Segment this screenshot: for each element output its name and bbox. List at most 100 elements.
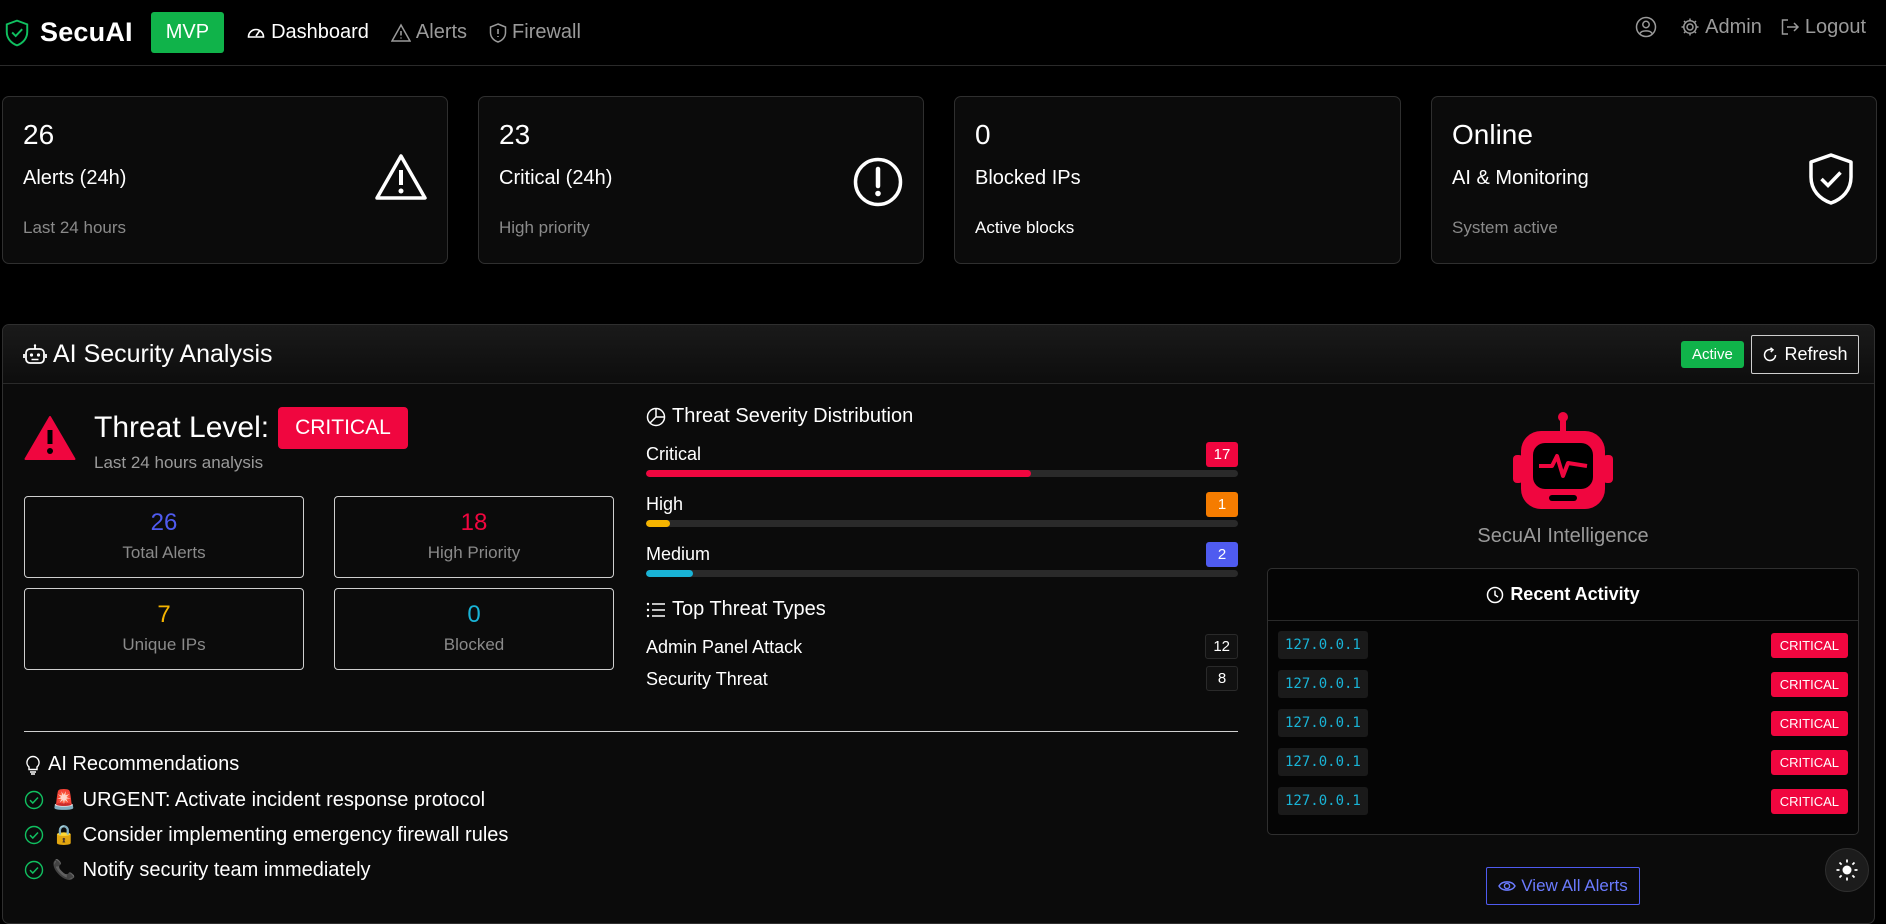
nav-firewall[interactable]: Firewall bbox=[489, 21, 581, 44]
stat-card-critical: 23 Critical (24h) High priority bbox=[478, 96, 924, 264]
stat-label: Alerts (24h) bbox=[23, 167, 127, 189]
recent-activity-card: Recent Activity 127.0.0.1 CRITICAL 127.0… bbox=[1267, 568, 1859, 835]
warning-triangle-icon bbox=[24, 415, 76, 461]
lightbulb-icon bbox=[24, 755, 48, 775]
threat-level-label: Threat Level: bbox=[94, 411, 270, 444]
threat-type-name: Admin Panel Attack bbox=[646, 637, 803, 657]
activity-row[interactable]: 127.0.0.1 CRITICAL bbox=[1278, 748, 1848, 778]
activity-ip: 127.0.0.1 bbox=[1278, 787, 1368, 815]
sun-icon bbox=[1835, 858, 1859, 882]
stat-sub: Last 24 hours bbox=[23, 218, 127, 237]
view-all-label: View All Alerts bbox=[1521, 876, 1628, 895]
panel-title-text: AI Security Analysis bbox=[53, 340, 273, 368]
activity-row[interactable]: 127.0.0.1 CRITICAL bbox=[1278, 631, 1848, 661]
recommendations-title: AI Recommendations bbox=[24, 753, 239, 776]
theme-toggle-button[interactable] bbox=[1825, 848, 1869, 892]
stat-card-blocked: 0 Blocked IPs Active blocks bbox=[954, 96, 1401, 264]
severity-name: Critical bbox=[646, 444, 702, 464]
activity-ip: 127.0.0.1 bbox=[1278, 709, 1368, 737]
nav-logout-label: Logout bbox=[1804, 15, 1866, 38]
check-circle-icon bbox=[24, 860, 44, 880]
metric-value: 18 bbox=[460, 509, 488, 536]
brand[interactable]: SecuAI bbox=[4, 17, 133, 48]
threat-type-row: Security Threat 8 bbox=[646, 666, 1238, 692]
severity-name: High bbox=[646, 494, 684, 514]
activity-ip: 127.0.0.1 bbox=[1278, 748, 1368, 776]
mvp-badge: MVP bbox=[150, 12, 225, 53]
warning-triangle-icon bbox=[375, 153, 427, 201]
nav-dashboard-label: Dashboard bbox=[271, 21, 369, 43]
threat-type-name: Security Threat bbox=[646, 669, 768, 689]
severity-row-high: High 1 bbox=[646, 492, 1238, 520]
stat-card-system: Online AI & Monitoring System active bbox=[1431, 96, 1877, 264]
shield-check-icon bbox=[4, 19, 30, 47]
activity-ip: 127.0.0.1 bbox=[1278, 670, 1368, 698]
threat-level-badge: CRITICAL bbox=[278, 407, 408, 449]
robot-icon bbox=[1511, 411, 1615, 511]
severity-section-title: Threat Severity Distribution bbox=[646, 405, 913, 428]
recommendation-text: Notify security team immediately bbox=[82, 858, 371, 881]
metric-label: Unique IPs bbox=[122, 635, 206, 654]
nav-admin[interactable]: Admin bbox=[1680, 16, 1762, 39]
check-circle-icon bbox=[24, 790, 44, 810]
alarm-emoji: 🚨 bbox=[52, 790, 76, 811]
robot-icon bbox=[23, 343, 53, 367]
pie-chart-icon bbox=[646, 407, 672, 427]
status-badge: Active bbox=[1681, 341, 1744, 368]
severity-bar-fill bbox=[646, 570, 694, 577]
refresh-button[interactable]: Refresh bbox=[1751, 335, 1859, 374]
nav-alerts[interactable]: Alerts bbox=[390, 21, 468, 44]
metric-label: Blocked bbox=[443, 635, 505, 654]
stat-sub: High priority bbox=[499, 218, 590, 237]
nav-dashboard[interactable]: Dashboard bbox=[246, 21, 369, 44]
metric-value: 0 bbox=[467, 601, 481, 628]
clock-icon bbox=[1486, 586, 1510, 604]
panel-header: AI Security Analysis Active Refresh bbox=[3, 325, 1874, 384]
brand-name: SecuAI bbox=[40, 17, 133, 47]
recommendation-text: Consider implementing emergency firewall… bbox=[82, 823, 509, 846]
threat-types-title: Top Threat Types bbox=[646, 598, 826, 621]
severity-bar-critical bbox=[646, 470, 1238, 477]
severity-row-medium: Medium 2 bbox=[646, 542, 1238, 570]
phone-emoji: 📞 bbox=[52, 860, 76, 881]
section-divider bbox=[24, 731, 1238, 732]
activity-row[interactable]: 127.0.0.1 CRITICAL bbox=[1278, 670, 1848, 700]
check-circle-icon bbox=[24, 825, 44, 845]
nav-alerts-label: Alerts bbox=[415, 21, 468, 43]
stat-label: AI & Monitoring bbox=[1452, 167, 1589, 189]
recommendation-item: 🚨 URGENT: Activate incident response pro… bbox=[24, 788, 485, 812]
threat-level-heading: Threat Level: CRITICAL bbox=[94, 407, 408, 449]
nav-user-area: Admin Logout bbox=[1617, 0, 1866, 54]
activity-severity-badge: CRITICAL bbox=[1770, 672, 1848, 697]
nav-admin-label: Admin bbox=[1705, 15, 1762, 38]
severity-bar-fill bbox=[646, 470, 1031, 477]
logout-icon bbox=[1780, 17, 1805, 37]
activity-severity-badge: CRITICAL bbox=[1770, 633, 1848, 658]
recent-activity-title: Recent Activity bbox=[1510, 584, 1640, 604]
metric-high-priority: 18 High Priority bbox=[334, 496, 614, 578]
severity-title-text: Threat Severity Distribution bbox=[672, 405, 914, 427]
user-circle-icon[interactable] bbox=[1635, 16, 1662, 38]
shield-check-icon bbox=[1808, 153, 1854, 205]
activity-row[interactable]: 127.0.0.1 CRITICAL bbox=[1278, 787, 1848, 817]
nav-firewall-label: Firewall bbox=[512, 21, 581, 43]
refresh-icon bbox=[1762, 346, 1784, 363]
activity-ip: 127.0.0.1 bbox=[1278, 631, 1368, 659]
eye-icon bbox=[1498, 879, 1521, 893]
stat-label: Blocked IPs bbox=[975, 167, 1081, 189]
severity-bar-high bbox=[646, 520, 1238, 527]
activity-row[interactable]: 127.0.0.1 CRITICAL bbox=[1278, 709, 1848, 739]
recommendations-title-text: AI Recommendations bbox=[48, 753, 240, 775]
severity-bar-medium bbox=[646, 570, 1238, 577]
view-all-alerts-button[interactable]: View All Alerts bbox=[1486, 867, 1640, 905]
stat-value: 23 bbox=[499, 119, 531, 150]
stat-sub: Active blocks bbox=[975, 218, 1075, 237]
nav-logout[interactable]: Logout bbox=[1780, 16, 1866, 39]
intelligence-label: SecuAI Intelligence bbox=[1477, 525, 1649, 547]
metric-total-alerts: 26 Total Alerts bbox=[24, 496, 304, 578]
panel-title: AI Security Analysis bbox=[23, 340, 273, 369]
severity-bar-fill bbox=[646, 520, 670, 527]
shield-icon bbox=[489, 22, 512, 43]
recommendation-text: URGENT: Activate incident response proto… bbox=[82, 788, 486, 811]
recommendation-item: 🔒 Consider implementing emergency firewa… bbox=[24, 823, 508, 847]
